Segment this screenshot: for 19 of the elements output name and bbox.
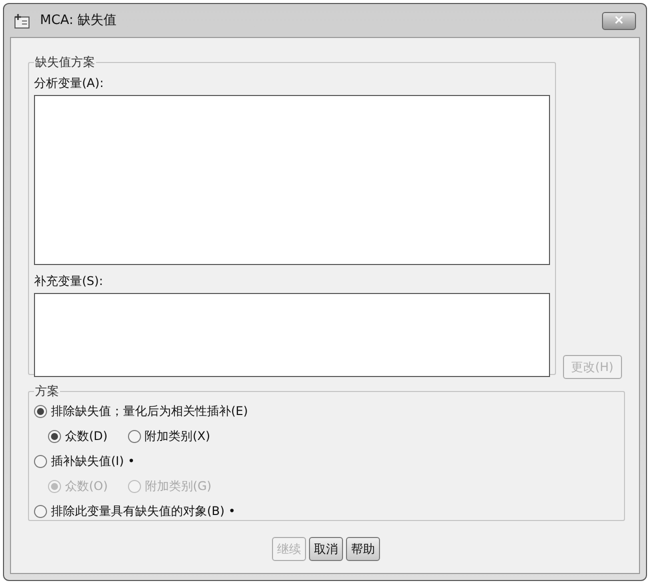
group-title: 缺失值方案: [34, 54, 96, 71]
window-title: MCA: 缺失值: [40, 12, 116, 30]
radio-option[interactable]: 插补缺失值(I) •: [34, 452, 135, 470]
radio-option[interactable]: 附加类别(X): [128, 427, 210, 445]
radio-button[interactable]: [34, 454, 47, 468]
radio-option[interactable]: 排除缺失值；量化后为相关性插补(E): [34, 402, 248, 420]
app-icon: [14, 12, 32, 28]
radio-button[interactable]: [34, 504, 47, 518]
field-label: 分析变量(A):: [34, 75, 105, 92]
field-label: 补充变量(S):: [34, 273, 104, 290]
radio-option[interactable]: 众数(D): [48, 427, 108, 445]
radio-button[interactable]: [48, 430, 61, 442]
radio-button[interactable]: [128, 430, 141, 442]
radio-option[interactable]: 排除此变量具有缺失值的对象(B) •: [34, 502, 236, 520]
radio-button[interactable]: [34, 404, 47, 418]
dialog-button[interactable]: 取消: [309, 537, 343, 561]
group-title: 方案: [34, 383, 60, 400]
dialog-button[interactable]: 帮助: [346, 537, 380, 561]
variable-list[interactable]: [34, 293, 550, 377]
